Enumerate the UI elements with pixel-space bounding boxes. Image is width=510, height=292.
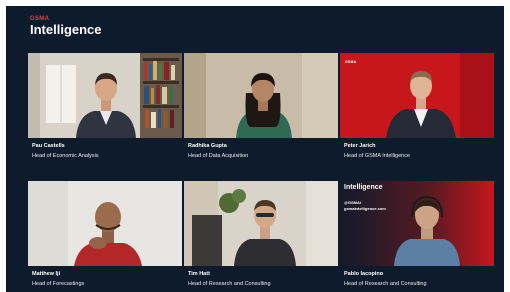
participant-tile-pablo-iacopino[interactable]: Intelligence @GSMAi gsmaintelligence.com… [340,181,494,292]
overlay-url: gsmaintelligence.com [344,206,386,211]
participant-tile-tim-hatt[interactable]: Tim Hatt Head of Research and Consulting [184,181,338,292]
participant-name: Pablo Iacopino [344,271,384,277]
brand-logo: GSMA Intelligence [30,16,102,37]
participant-tile-radhika-gupta[interactable]: Radhika Gupta Head of Data Acquisition [184,53,338,169]
overlay-handle: @GSMAi [344,200,362,205]
brand-name: Intelligence [30,22,102,37]
participant-name: Peter Jarich [344,143,376,149]
participant-video [28,53,182,138]
participant-role: Head of Research and Consulting [344,281,427,287]
participant-name: Tim Hatt [188,271,210,277]
overlay-title: Intelligence [344,184,383,191]
participant-name: Pau Castells [32,143,65,149]
participant-role: Head of Research and Consulting [188,281,271,287]
participant-name: Radhika Gupta [188,143,227,149]
participant-role: Head of GSMA Intelligence [344,153,411,159]
overlay-logo: GSMA [345,60,357,64]
participant-name: Matthew Iji [32,271,61,277]
participant-role: Head of Economic Analysis [32,153,99,159]
video-call-stage: GSMA Intelligence Pau Castells Head of E… [6,6,504,292]
participant-tile-peter-jarich[interactable]: GSMA Peter Jarich Head of GSMA Intellige… [340,53,494,169]
participant-role: Head of Data Acquisition [188,153,249,159]
participant-tile-pau-castells[interactable]: Pau Castells Head of Economic Analysis [28,53,182,169]
participant-video: GSMA [340,53,494,138]
participant-role: Head of Forecastings [32,281,85,287]
participant-video [28,181,182,266]
participant-video: Intelligence @GSMAi gsmaintelligence.com [340,181,494,266]
participant-tile-matthew-iji[interactable]: Matthew Iji Head of Forecastings [28,181,182,292]
participant-video [184,53,338,138]
participant-video [184,181,338,266]
